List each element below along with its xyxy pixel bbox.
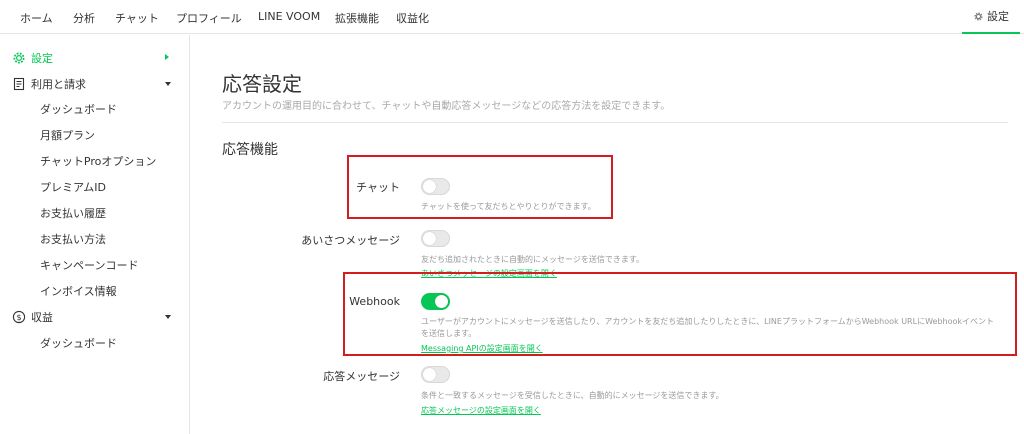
- chevron-down-icon: [165, 315, 171, 319]
- divider: [222, 122, 1008, 123]
- auto-reply-description: 条件と一致するメッセージを受信したときに、自動的にメッセージを送信できます。: [421, 391, 724, 400]
- sidebar-item-label: ダッシュボード: [40, 103, 117, 116]
- tab-chat[interactable]: チャット: [115, 10, 159, 26]
- coin-icon: $: [12, 310, 26, 324]
- top-nav: ホーム 分析 チャット プロフィール LINE VOOM 拡張機能 収益化 設定: [0, 0, 1024, 34]
- svg-text:$: $: [16, 313, 21, 322]
- sidebar-item-payment-method[interactable]: お支払い方法: [0, 227, 190, 251]
- section-title: 応答機能: [222, 142, 278, 158]
- sidebar-item-label: インボイス情報: [40, 285, 117, 298]
- sidebar-item-chat-pro[interactable]: チャットProオプション: [0, 149, 190, 173]
- tab-home[interactable]: ホーム: [20, 10, 53, 26]
- auto-reply-settings-link[interactable]: 応答メッセージの設定画面を開く: [421, 405, 541, 416]
- highlight-box-webhook: [343, 272, 1017, 356]
- sidebar-item-label: 収益: [31, 311, 53, 324]
- toggle-knob: [423, 232, 436, 245]
- sidebar-item-payment-history[interactable]: お支払い履歴: [0, 201, 190, 225]
- highlight-box-chat: [347, 155, 613, 219]
- sidebar-item-label: 月額プラン: [40, 129, 95, 142]
- settings-label: 設定: [987, 10, 1009, 23]
- tab-settings[interactable]: 設定: [962, 0, 1020, 34]
- greeting-label: あいさつメッセージ: [301, 234, 400, 247]
- tab-profile[interactable]: プロフィール: [176, 10, 242, 26]
- sidebar-item-revenue-dashboard[interactable]: ダッシュボード: [0, 331, 190, 355]
- page-subtitle: アカウントの運用目的に合わせて、チャットや自動応答メッセージなどの応答方法を設定…: [222, 101, 671, 112]
- sidebar-item-label: 利用と請求: [31, 78, 86, 91]
- gear-icon: [974, 11, 983, 21]
- gear-icon: [13, 52, 25, 64]
- chevron-down-icon: [165, 82, 171, 86]
- sidebar-item-monthly-plan[interactable]: 月額プラン: [0, 123, 190, 147]
- sidebar-item-dashboard[interactable]: ダッシュボード: [0, 97, 190, 121]
- sidebar-item-premium-id[interactable]: プレミアムID: [0, 175, 190, 199]
- tab-monetization[interactable]: 収益化: [396, 10, 429, 26]
- tab-extensions[interactable]: 拡張機能: [335, 10, 379, 26]
- sidebar-item-billing[interactable]: 利用と請求: [0, 72, 190, 96]
- sidebar-item-label: 設定: [31, 52, 53, 65]
- sidebar-item-label: ダッシュボード: [40, 337, 117, 350]
- auto-reply-toggle[interactable]: [421, 366, 450, 383]
- sidebar-item-invoice-info[interactable]: インボイス情報: [0, 279, 190, 303]
- toggle-knob: [423, 368, 436, 381]
- sidebar-item-revenue[interactable]: $ 収益: [0, 305, 190, 329]
- sidebar-item-label: チャットProオプション: [40, 155, 157, 168]
- greeting-toggle[interactable]: [421, 230, 450, 247]
- tab-line-voom[interactable]: LINE VOOM: [258, 10, 320, 23]
- sidebar-item-campaign-code[interactable]: キャンペーンコード: [0, 253, 190, 277]
- page-title: 応答設定: [222, 72, 302, 96]
- sidebar-item-label: プレミアムID: [40, 181, 106, 194]
- sidebar-item-label: お支払い方法: [40, 233, 106, 246]
- sidebar-item-settings[interactable]: 設定: [0, 46, 190, 70]
- auto-reply-label: 応答メッセージ: [323, 370, 400, 383]
- sidebar-item-label: キャンペーンコード: [40, 259, 139, 272]
- sidebar: 設定 利用と請求 ダッシュボード 月額プラン チャットProオプション プレミア…: [0, 35, 190, 434]
- greeting-description: 友だち追加されたときに自動的にメッセージを送信できます。: [421, 255, 645, 264]
- sidebar-item-label: お支払い履歴: [40, 207, 106, 220]
- tab-analytics[interactable]: 分析: [73, 10, 95, 26]
- document-icon: [13, 77, 25, 91]
- chevron-right-icon: [165, 54, 169, 60]
